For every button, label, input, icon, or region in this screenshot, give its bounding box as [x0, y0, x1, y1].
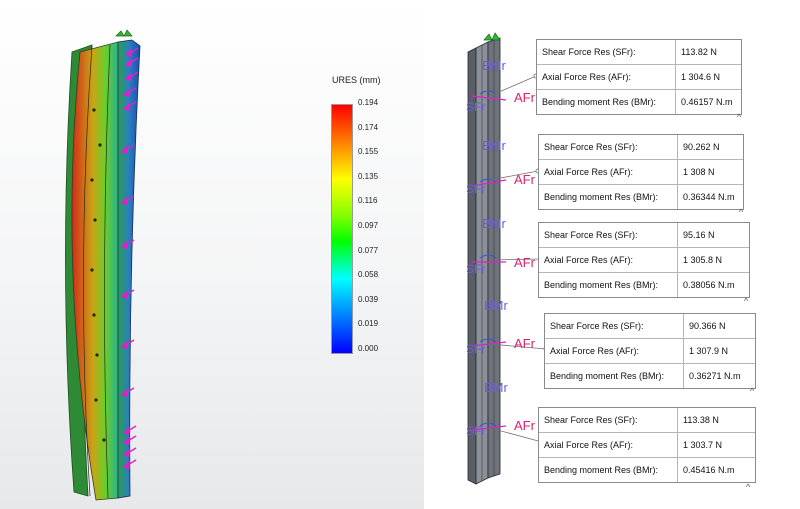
- bending-label: Bending moment Res (BMr):: [544, 280, 659, 290]
- bending-value: 0.45416 N.m: [677, 458, 735, 482]
- tick-label: 0.077: [358, 245, 379, 255]
- color-scale-ticks: 0.194 0.174 0.155 0.135 0.116 0.097 0.07…: [358, 98, 398, 360]
- shear-label: Shear Force Res (SFr):: [544, 415, 638, 425]
- shear-marker: SFr: [466, 100, 486, 114]
- result-box-4[interactable]: Shear Force Res (SFr): 90.366 N Axial For…: [544, 313, 756, 389]
- result-box-3[interactable]: Shear Force Res (SFr): 95.16 N Axial Forc…: [538, 222, 750, 298]
- axial-marker: AFr: [514, 336, 535, 351]
- collapse-caret[interactable]: ^: [744, 296, 748, 306]
- axial-marker: AFr: [514, 172, 535, 187]
- shear-value: 113.82 N: [675, 40, 717, 64]
- axial-value: 1 307.9 N: [683, 339, 728, 363]
- bending-marker: BMr: [484, 298, 508, 313]
- shear-label: Shear Force Res (SFr):: [544, 230, 638, 240]
- beam-results-panel[interactable]: BMr BMr BMr BMr BMr SFr SFr SFr SFr SFr …: [428, 0, 800, 509]
- tick-label: 0.039: [358, 294, 379, 304]
- bending-value: 0.36271 N.m: [683, 364, 741, 388]
- color-scale-bar: [331, 104, 353, 354]
- tick-label: 0.019: [358, 319, 379, 329]
- legend-title: URES (mm): [332, 75, 381, 85]
- bending-value: 0.36344 N.m: [677, 185, 735, 209]
- bending-label: Bending moment Res (BMr):: [544, 192, 659, 202]
- shear-marker: SFr: [466, 182, 486, 196]
- axial-label: Axial Force Res (AFr):: [542, 72, 632, 82]
- collapse-caret[interactable]: ^: [750, 386, 754, 396]
- axial-value: 1 304.6 N: [675, 65, 720, 89]
- bending-label: Bending moment Res (BMr):: [542, 97, 657, 107]
- result-box-1[interactable]: Shear Force Res (SFr): 113.82 N Axial For…: [536, 39, 742, 115]
- shear-marker: SFr: [466, 424, 486, 438]
- axial-label: Axial Force Res (AFr):: [544, 440, 634, 450]
- axial-value: 1 305.8 N: [677, 248, 722, 272]
- shear-label: Shear Force Res (SFr):: [542, 47, 636, 57]
- shear-marker: SFr: [466, 262, 486, 276]
- bending-marker: BMr: [482, 216, 506, 231]
- collapse-caret[interactable]: ^: [737, 112, 741, 122]
- tick-label: 0.000: [358, 344, 379, 353]
- displacement-plot-panel[interactable]: URES (mm) 0.194 0.174 0.155 0.135 0.116 …: [0, 0, 424, 509]
- shear-value: 95.16 N: [677, 223, 715, 247]
- shear-value: 90.366 N: [683, 314, 726, 338]
- tick-label: 0.116: [358, 196, 378, 206]
- result-box-5[interactable]: Shear Force Res (SFr): 113.38 N Axial For…: [538, 407, 756, 483]
- tick-label: 0.155: [358, 147, 379, 157]
- shear-label: Shear Force Res (SFr):: [550, 321, 644, 331]
- tick-label: 0.194: [358, 98, 379, 107]
- bending-label: Bending moment Res (BMr):: [550, 371, 665, 381]
- bending-label: Bending moment Res (BMr):: [544, 465, 659, 475]
- collapse-caret[interactable]: ^: [739, 207, 743, 217]
- result-box-2[interactable]: Shear Force Res (SFr): 90.262 N Axial For…: [538, 134, 744, 210]
- tick-label: 0.135: [358, 171, 379, 181]
- axial-marker: AFr: [514, 255, 535, 270]
- axial-marker: AFr: [514, 90, 535, 105]
- bending-value: 0.46157 N.m: [675, 90, 733, 114]
- shear-value: 113.38 N: [677, 408, 719, 432]
- fixture-icon: [115, 29, 133, 37]
- shear-label: Shear Force Res (SFr):: [544, 142, 638, 152]
- axial-label: Axial Force Res (AFr):: [544, 167, 634, 177]
- collapse-caret[interactable]: ^: [746, 482, 750, 492]
- bending-marker: BMr: [482, 58, 506, 73]
- bending-marker: BMr: [482, 138, 506, 153]
- tick-label: 0.174: [358, 122, 379, 132]
- shear-value: 90.262 N: [677, 135, 720, 159]
- shear-marker: SFr: [466, 342, 486, 356]
- fixture-icon: [483, 32, 501, 41]
- axial-marker: AFr: [514, 418, 535, 433]
- axial-label: Axial Force Res (AFr):: [544, 255, 634, 265]
- tick-label: 0.097: [358, 221, 379, 230]
- bending-marker: BMr: [484, 380, 508, 395]
- bending-value: 0.38056 N.m: [677, 273, 735, 297]
- axial-value: 1 303.7 N: [677, 433, 722, 457]
- tick-label: 0.058: [358, 270, 379, 280]
- axial-value: 1 308 N: [677, 160, 715, 184]
- axial-label: Axial Force Res (AFr):: [550, 346, 640, 356]
